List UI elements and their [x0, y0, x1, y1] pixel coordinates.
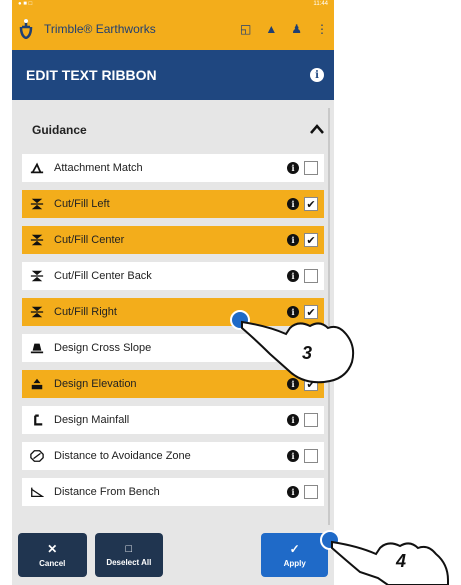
bottom-spacer [171, 533, 253, 577]
list-item[interactable]: Design Mainfall i [22, 406, 324, 434]
info-icon[interactable]: i [287, 450, 299, 462]
cut-fill-icon [30, 269, 44, 283]
list-item-label: Cut/Fill Center [54, 234, 125, 246]
trimble-logo-icon [18, 18, 34, 40]
bottom-action-bar: ✕ Cancel □ Deselect All ✓ Apply [12, 525, 334, 585]
list-item[interactable]: Cut/Fill Center i ✔ [22, 226, 324, 254]
cancel-label: Cancel [39, 559, 66, 568]
cancel-button[interactable]: ✕ Cancel [18, 533, 87, 577]
list-item[interactable]: Cut/Fill Center Back i [22, 262, 324, 290]
chevron-up-icon[interactable] [310, 121, 324, 139]
design-elevation-icon [30, 377, 44, 391]
checkbox[interactable]: ✔ [304, 197, 318, 211]
step-number-3: 3 [302, 343, 313, 363]
pointing-hand-icon [320, 530, 449, 585]
info-icon[interactable]: i [287, 414, 299, 426]
machine-icon[interactable]: ◱ [240, 22, 251, 36]
user-icon[interactable]: ♟ [291, 22, 302, 36]
checkbox[interactable] [304, 413, 318, 427]
mainfall-icon [30, 413, 44, 427]
step-number-4: 4 [396, 551, 407, 571]
status-icons: ● ■ □ [18, 1, 33, 7]
deselect-icon: □ [125, 543, 133, 555]
info-icon[interactable]: i [287, 270, 299, 282]
checkbox[interactable]: ✔ [304, 233, 318, 247]
checkbox[interactable] [304, 449, 318, 463]
list-item[interactable]: Attachment Match i [22, 154, 324, 182]
info-icon[interactable]: i [287, 162, 299, 174]
alert-bell-icon[interactable]: ▲ [265, 22, 277, 36]
cut-fill-icon [30, 233, 44, 247]
section-header-guidance[interactable]: Guidance [12, 113, 334, 146]
list-item[interactable]: Distance to Avoidance Zone i [22, 442, 324, 470]
page-title: EDIT TEXT RIBBON [26, 67, 157, 83]
title-bar: EDIT TEXT RIBBON i [12, 50, 334, 100]
checkbox[interactable] [304, 161, 318, 175]
list-item[interactable]: Cut/Fill Left i ✔ [22, 190, 324, 218]
checkmark-icon: ✓ [289, 542, 300, 556]
list-item-label: Cut/Fill Center Back [54, 270, 152, 282]
deselect-all-button[interactable]: □ Deselect All [94, 533, 164, 577]
list-item-label: Distance From Bench [54, 486, 160, 498]
checkbox[interactable] [304, 485, 318, 499]
list-item-label: Distance to Avoidance Zone [54, 450, 191, 462]
pointing-hand-icon [230, 310, 355, 384]
list-item-label: Cut/Fill Left [54, 198, 110, 210]
section-label: Guidance [32, 122, 87, 137]
close-icon: ✕ [47, 542, 58, 556]
list-item[interactable]: Distance From Bench i [22, 478, 324, 506]
attachment-match-icon [30, 161, 44, 175]
deselect-all-label: Deselect All [106, 558, 152, 567]
status-bar: ● ■ □ 11:44 [12, 0, 334, 8]
info-icon[interactable]: i [287, 198, 299, 210]
more-menu-icon[interactable]: ⋮ [316, 22, 328, 36]
apply-label: Apply [283, 559, 306, 568]
info-icon[interactable]: i [287, 486, 299, 498]
app-name: Trimble® Earthworks [44, 22, 156, 36]
cut-fill-icon [30, 305, 44, 319]
info-icon[interactable]: i [287, 234, 299, 246]
list-item-label: Attachment Match [54, 162, 143, 174]
checkbox[interactable] [304, 269, 318, 283]
cut-fill-icon [30, 197, 44, 211]
app-bar: Trimble® Earthworks ◱ ▲ ♟ ⋮ [12, 8, 334, 50]
avoidance-zone-icon [30, 449, 44, 463]
status-time: 11:44 [313, 1, 328, 7]
cross-slope-icon [30, 341, 44, 355]
phone-screen: ● ■ □ 11:44 Trimble® Earthworks ◱ ▲ ♟ ⋮ … [12, 0, 334, 585]
list-item-label: Design Mainfall [54, 414, 130, 426]
info-icon[interactable]: i [310, 68, 324, 82]
bench-icon [30, 485, 44, 499]
